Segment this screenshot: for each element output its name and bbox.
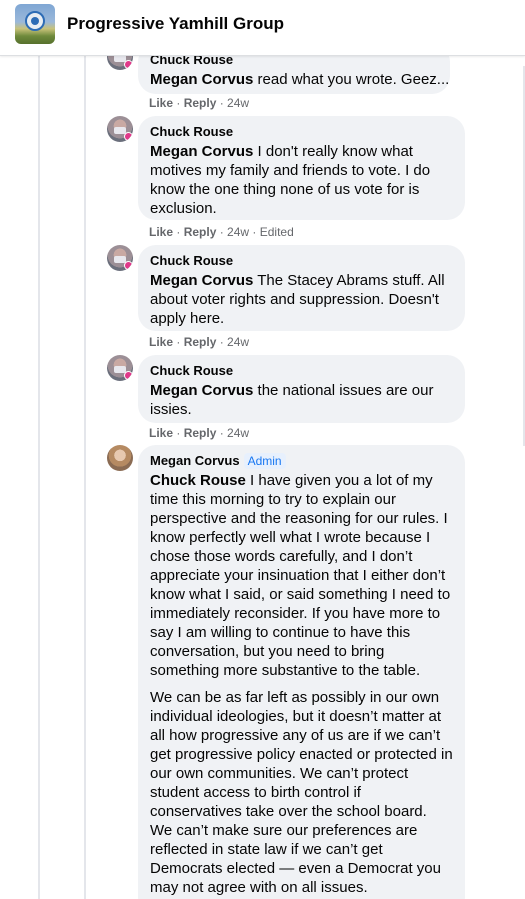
group-title[interactable]: Progressive Yamhill Group [67, 14, 284, 34]
mention-link[interactable]: Chuck Rouse [150, 472, 246, 489]
avatar[interactable] [107, 445, 133, 471]
comment-author: Megan Corvus Admin [150, 453, 453, 469]
mention-link[interactable]: Megan Corvus [150, 143, 253, 160]
like-button[interactable]: Like [149, 225, 173, 239]
avatar[interactable] [107, 245, 133, 271]
like-button[interactable]: Like [149, 96, 173, 110]
thread-connector-line [38, 56, 40, 899]
comment-actions: Like · Reply · 24w [149, 96, 250, 110]
reply-connector-line [84, 56, 86, 899]
group-header: Progressive Yamhill Group [0, 0, 525, 56]
reply-button[interactable]: Reply [184, 96, 217, 110]
comment-bubble: Chuck Rouse Megan Corvus the national is… [138, 355, 465, 423]
comment-author[interactable]: Chuck Rouse [150, 363, 453, 379]
reply-button[interactable]: Reply [184, 225, 217, 239]
comment-timestamp[interactable]: 24w [227, 426, 249, 440]
admin-badge: Admin [243, 453, 286, 469]
comment-bubble: Chuck Rouse Megan Corvus The Stacey Abra… [138, 245, 465, 331]
comment-actions: Like · Reply · 24w [149, 426, 250, 440]
comment-author[interactable]: Chuck Rouse [150, 253, 453, 269]
comment-timestamp[interactable]: 24w [227, 225, 249, 239]
mention-link[interactable]: Megan Corvus [150, 382, 253, 399]
edited-label: Edited [259, 225, 294, 239]
comment-actions: Like · Reply · 24w · Edited [149, 225, 294, 239]
reply-button[interactable]: Reply [184, 426, 217, 440]
comment-bubble: Chuck Rouse Megan Corvus I don't really … [138, 116, 465, 220]
comment-author[interactable]: Chuck Rouse [150, 56, 438, 68]
mention-link[interactable]: Megan Corvus [150, 272, 253, 289]
comment-text: Megan Corvus I don't really know what mo… [150, 143, 431, 217]
comment-text: Megan Corvus The Stacey Abrams stuff. Al… [150, 272, 445, 327]
avatar[interactable] [107, 56, 133, 70]
avatar[interactable] [107, 355, 133, 381]
comment-actions: Like · Reply · 24w [149, 335, 250, 349]
comment-timestamp[interactable]: 24w [227, 335, 249, 349]
comment-bubble: Chuck Rouse Megan Corvus read what you w… [138, 56, 450, 94]
comment-thread: Chuck Rouse Megan Corvus read what you w… [0, 56, 525, 899]
comment-bubble: Megan Corvus Admin Chuck Rouse I have giv… [138, 445, 465, 899]
mention-link[interactable]: Megan Corvus [150, 71, 253, 88]
like-button[interactable]: Like [149, 335, 173, 349]
comment-text: Megan Corvus read what you wrote. Geez..… [150, 71, 450, 88]
comment-text: Megan Corvus the national issues are our… [150, 382, 434, 418]
group-avatar-icon[interactable] [15, 4, 55, 44]
like-button[interactable]: Like [149, 426, 173, 440]
comment-paragraph: We can be as far left as possibly in our… [150, 689, 453, 896]
author-name[interactable]: Megan Corvus [150, 453, 240, 468]
avatar[interactable] [107, 116, 133, 142]
comment-text: Chuck Rouse I have given you a lot of my… [150, 472, 453, 896]
reply-button[interactable]: Reply [184, 335, 217, 349]
comment-author[interactable]: Chuck Rouse [150, 124, 453, 140]
comment-timestamp[interactable]: 24w [227, 96, 249, 110]
